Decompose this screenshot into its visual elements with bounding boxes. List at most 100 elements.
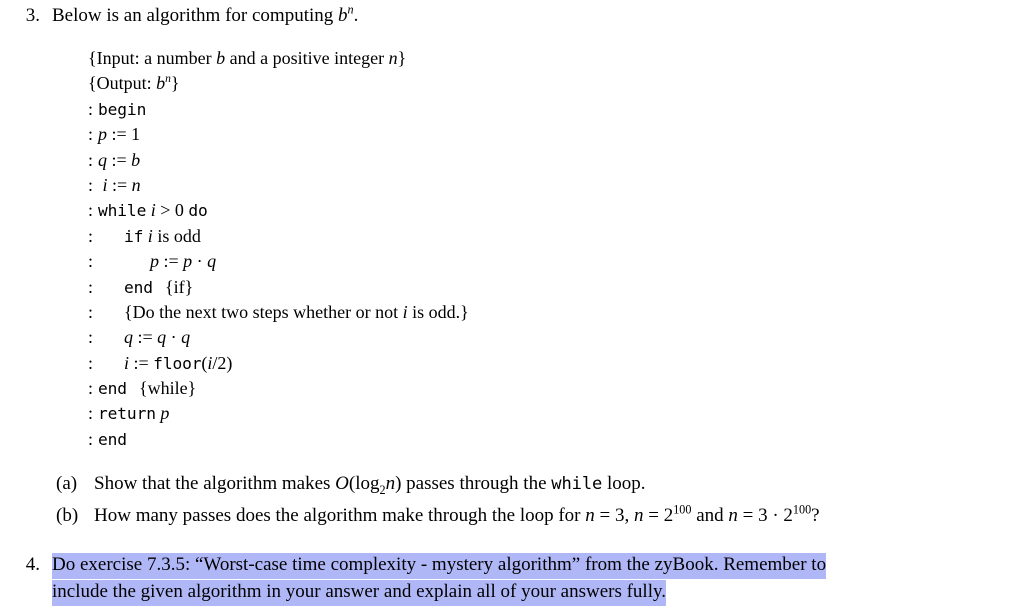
assign-rhs-b: b <box>131 149 141 170</box>
value-2-base: 2 <box>663 505 674 526</box>
problem-3-number: 3. <box>25 5 40 26</box>
var-n-3: n <box>728 505 738 526</box>
line-colon: : <box>88 352 94 373</box>
problem-3b-text: How many passes does the algorithm make … <box>94 503 820 529</box>
function-floor: floor <box>153 353 202 373</box>
assign-lhs-i: i <box>102 174 108 195</box>
algorithm-line-i-update: :i := floor(i/2) <box>88 351 788 376</box>
equals-3: = <box>737 505 759 526</box>
rhs-operand-q2: q <box>181 327 191 348</box>
equals-2: = <box>643 505 664 526</box>
input-open-brace: { <box>88 48 97 68</box>
big-o-symbol: O <box>335 473 349 494</box>
assign-op: := <box>133 352 149 373</box>
equals-1: = <box>594 505 615 526</box>
output-var-b: b <box>156 73 166 94</box>
algorithm-line-comment-note: : {Do the next two steps whether or not i… <box>88 300 788 325</box>
line-colon: : <box>88 98 94 119</box>
rhs-operand-q: q <box>207 251 217 272</box>
keyword-end: end <box>124 277 153 297</box>
assign-op: := <box>111 124 127 145</box>
line-colon: : <box>88 225 94 246</box>
comment-text-part-2: is odd.} <box>407 301 469 322</box>
assign-op: := <box>112 174 128 195</box>
output-close-brace: } <box>170 73 180 94</box>
algorithm-line-q-init: :q := b <box>88 148 788 173</box>
assign-lhs-i: i <box>124 352 130 373</box>
line-colon: : <box>88 174 94 195</box>
algorithm-line-q-update: : q := q · q <box>88 325 788 350</box>
algorithm-line-end: : end <box>88 427 788 452</box>
assign-rhs-1: 1 <box>131 124 141 145</box>
value-1: 3, <box>614 505 630 526</box>
problem-4: 4. Do exercise 7.3.5: “Worst-case time c… <box>18 551 1018 606</box>
value-3-coefficient: 3 <box>758 505 768 526</box>
assign-lhs-q: q <box>124 327 133 348</box>
keyword-begin: begin <box>98 99 147 119</box>
input-text-2: and a positive integer <box>225 48 389 68</box>
rhs-operand-p: p <box>183 251 193 272</box>
line-colon: : <box>88 200 94 221</box>
problem-3b-question-mark: ? <box>811 505 820 526</box>
problem-4-number: 4. <box>25 554 40 575</box>
while-condition-value: 0 <box>174 200 184 221</box>
problem-3b: (b) How many passes does the algorithm m… <box>56 503 1016 529</box>
problem-3a-text-1: Show that the algorithm makes <box>94 473 336 494</box>
input-var-b: b <box>216 48 226 68</box>
problem-3-math-base: b <box>338 5 348 26</box>
output-open-brace: { <box>88 73 97 94</box>
assign-lhs-p: p <box>150 251 159 272</box>
keyword-end: end <box>98 379 127 399</box>
line-colon: : <box>88 403 94 424</box>
problem-4-highlighted-line-1: Do exercise 7.3.5: “Worst-case time comp… <box>52 553 827 579</box>
problem-4-text: Do exercise 7.3.5: “Worst-case time comp… <box>52 551 1018 606</box>
keyword-while: while <box>551 474 603 494</box>
problem-3b-text-2: and <box>691 505 729 526</box>
problem-3: 3. Below is an algorithm for computing b… <box>18 3 998 29</box>
algorithm-line-while: : while i > 0 do <box>88 198 788 223</box>
line-colon: : <box>88 327 94 348</box>
problem-4-highlighted-line-2: include the given algorithm in your answ… <box>52 580 666 606</box>
assign-op: := <box>137 327 153 348</box>
algorithm-output-spec: {Output: bn} <box>88 71 788 96</box>
keyword-return: return <box>98 404 156 424</box>
value-2-exponent: 100 <box>673 502 692 517</box>
if-condition-text: is odd <box>152 225 201 246</box>
problem-3b-label: (b) <box>56 505 79 526</box>
value-3-dot: · <box>767 505 784 526</box>
keyword-do: do <box>188 201 208 221</box>
problem-3a-label: (a) <box>56 473 78 494</box>
problem-3b-text-1: How many passes does the algorithm make … <box>94 505 586 526</box>
comment-while: {while} <box>138 378 197 399</box>
algorithm-line-i-init: : i := n <box>88 173 788 198</box>
problem-3a-text-3: loop. <box>602 473 646 494</box>
rhs-operator-dot: · <box>170 327 177 348</box>
assign-op: := <box>111 149 127 170</box>
while-condition-op: > <box>160 200 171 221</box>
return-var-p: p <box>160 403 170 424</box>
line-colon: : <box>88 276 94 297</box>
input-label: Input: <box>96 48 140 68</box>
comment-text-part-1: {Do the next two steps whether or not <box>124 301 403 322</box>
problem-3-text: Below is an algorithm for computing bn. <box>52 3 998 29</box>
line-colon: : <box>88 124 94 145</box>
assign-lhs-q: q <box>98 149 107 170</box>
log-label: log <box>355 473 380 494</box>
line-colon: : <box>88 428 94 449</box>
comment-if: {if} <box>164 276 194 297</box>
assign-rhs-n: n <box>131 174 141 195</box>
line-colon: : <box>88 149 94 170</box>
assign-lhs-p: p <box>98 124 107 145</box>
line-colon: : <box>88 251 94 272</box>
value-3-exponent: 100 <box>792 502 812 517</box>
keyword-if: if <box>124 226 144 246</box>
algorithm-line-end-if: : end {if} <box>88 275 788 300</box>
rhs-operand-q: q <box>157 327 167 348</box>
algorithm-input-spec: {Input: a number b and a positive intege… <box>88 46 788 71</box>
problem-3-lead-text: Below is an algorithm for computing <box>52 5 339 26</box>
problem-3a-text: Show that the algorithm makes O(log2n) p… <box>94 471 646 497</box>
algorithm-line-begin: : begin <box>88 97 788 122</box>
rhs-operator-dot: · <box>196 251 203 272</box>
algorithm-line-end-while: : end {while} <box>88 376 788 401</box>
value-3-base: 2 <box>783 505 793 526</box>
